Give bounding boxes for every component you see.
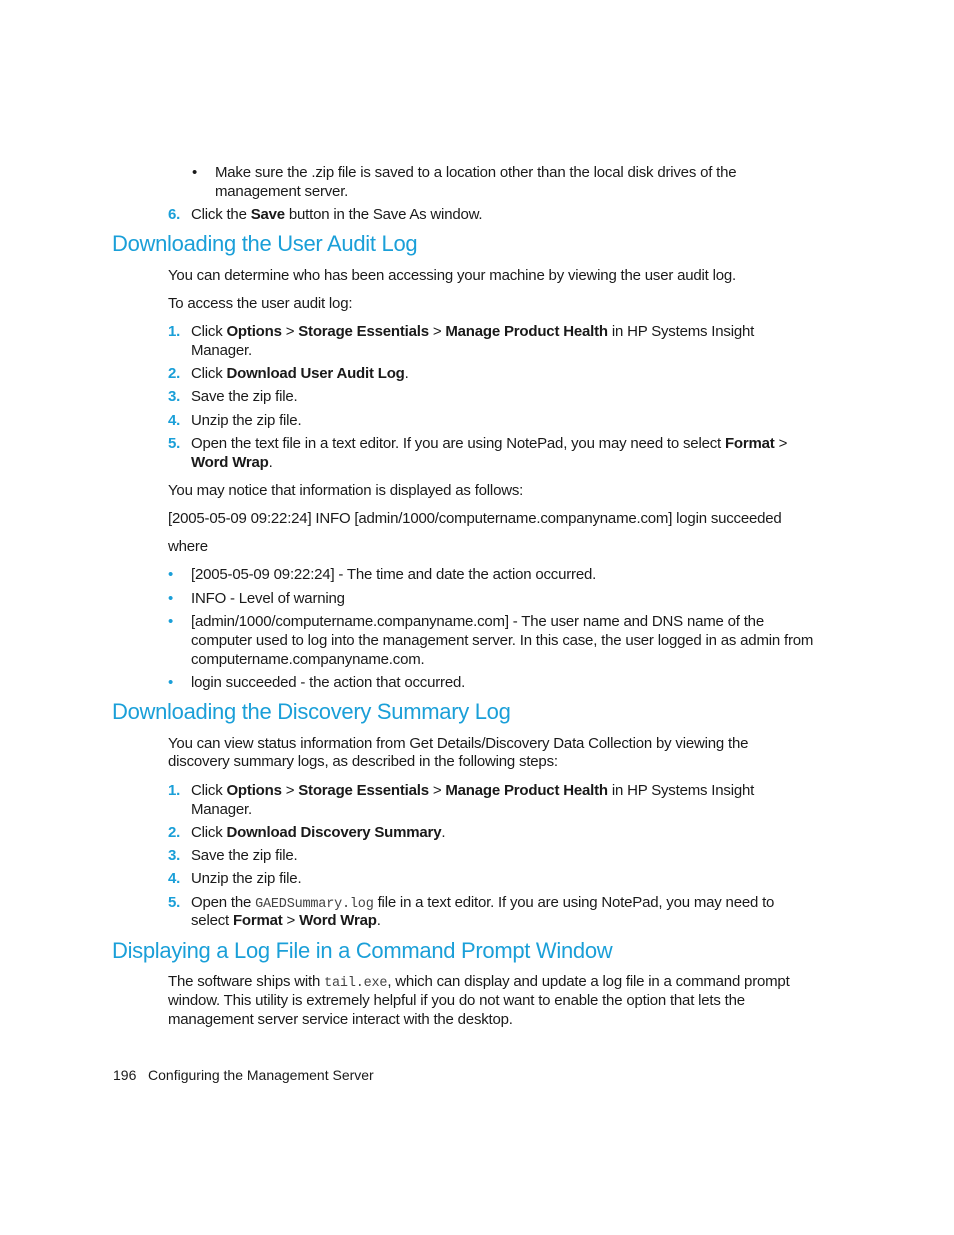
executable-code: tail.exe [324, 976, 388, 991]
bullet-icon: • [168, 674, 174, 691]
log-example: [2005-05-09 09:22:24] INFO [admin/1000/c… [168, 510, 782, 527]
step-item: 6. Click the Save button in the Save As w… [168, 206, 483, 223]
section-heading-command-prompt: Displaying a Log File in a Command Promp… [112, 938, 613, 963]
page-footer: 196 Configuring the Management Server [113, 1067, 374, 1083]
bullet-item: • login succeeded - the action that occur… [168, 674, 466, 691]
step-continuation: Manager. [191, 801, 252, 818]
paragraph-continuation: discovery summary logs, as described in … [168, 753, 558, 770]
bullet-item: • [2005-05-09 09:22:24] - The time and da… [168, 566, 597, 583]
paragraph-continuation: window. This utility is extremely helpfu… [168, 992, 745, 1009]
bullet-continuation: computer used to log into the management… [191, 632, 814, 649]
step-item: 3. Save the zip file. [168, 388, 298, 405]
bullet-icon: • [168, 590, 174, 607]
paragraph: The software ships with tail.exe, which … [168, 973, 790, 991]
bullet-item: • Make sure the .zip file is saved to a l… [192, 164, 737, 181]
step-item: 2. Click Download Discovery Summary. [168, 824, 446, 841]
paragraph-continuation: management server service interact with … [168, 1011, 513, 1028]
filename-code: GAEDSummary.log [255, 897, 374, 912]
bullet-icon: • [168, 566, 174, 583]
bullet-item: • INFO - Level of warning [168, 590, 345, 607]
step-item: 3. Save the zip file. [168, 847, 298, 864]
section-heading-user-audit-log: Downloading the User Audit Log [112, 231, 418, 256]
step-item: 2. Click Download User Audit Log. [168, 365, 409, 382]
bullet-item: • [admin/1000/computername.companyname.co… [168, 613, 764, 630]
step-item: 1. Click Options > Storage Essentials > M… [168, 323, 755, 340]
step-item: 5. Open the text file in a text editor. I… [168, 435, 788, 452]
step-item: 4. Unzip the zip file. [168, 870, 302, 887]
bullet-icon: • [168, 613, 174, 630]
paragraph: You can determine who has been accessing… [168, 267, 737, 284]
paragraph: You can view status information from Get… [168, 735, 749, 752]
paragraph: To access the user audit log: [168, 295, 353, 312]
step-continuation: Manager. [191, 342, 252, 359]
step-item: 4. Unzip the zip file. [168, 412, 302, 429]
step-continuation: select Format > Word Wrap. [191, 912, 381, 929]
bullet-icon: • [192, 164, 198, 181]
step-continuation: Word Wrap. [191, 454, 273, 471]
paragraph: where [168, 538, 208, 555]
section-heading-discovery-summary-log: Downloading the Discovery Summary Log [112, 699, 511, 724]
step-item: 1. Click Options > Storage Essentials > M… [168, 782, 755, 799]
document-page: • Make sure the .zip file is saved to a l… [0, 0, 954, 1235]
chapter-title: Configuring the Management Server [148, 1067, 374, 1083]
page-number: 196 [113, 1067, 137, 1083]
paragraph: You may notice that information is displ… [168, 482, 524, 499]
bullet-continuation: management server. [215, 183, 349, 200]
bullet-continuation: computername.companyname.com. [191, 651, 425, 668]
